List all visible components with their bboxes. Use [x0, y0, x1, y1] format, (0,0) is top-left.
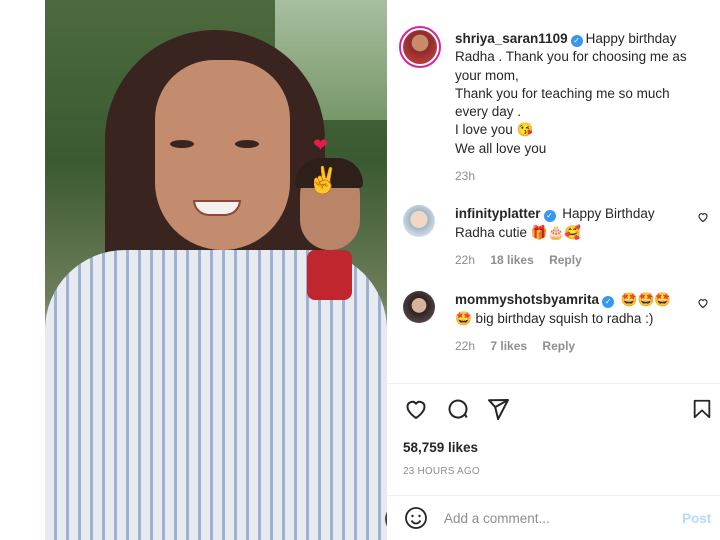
- comment-meta: 22h 7 likes Reply: [455, 337, 685, 356]
- verified-badge-icon: ✓: [543, 210, 556, 222]
- comment-likes[interactable]: 18 likes: [490, 253, 533, 267]
- add-comment-bar: Post: [387, 496, 720, 540]
- comment-body: mommyshotsbyamrita ✓ 🤩🤩🤩 🤩 big birthday s…: [455, 291, 685, 356]
- comment-like-button[interactable]: [697, 297, 709, 312]
- commenter-avatar[interactable]: [403, 291, 435, 323]
- divider: [387, 383, 720, 384]
- video-subject-eye: [235, 140, 259, 148]
- share-button[interactable]: [485, 396, 511, 422]
- reply-button[interactable]: Reply: [549, 253, 582, 267]
- emoji-button[interactable]: [403, 505, 429, 531]
- post-video[interactable]: ❤ ✌: [45, 0, 387, 540]
- author-avatar[interactable]: [399, 26, 441, 68]
- verified-badge-icon: ✓: [570, 35, 583, 47]
- author-avatar-image: [403, 30, 437, 64]
- heart-sticker: ❤: [313, 135, 329, 155]
- verified-badge-icon: ✓: [602, 296, 615, 308]
- bookmark-icon: [693, 399, 711, 419]
- save-button[interactable]: [689, 396, 715, 422]
- heart-outline-icon: [698, 213, 708, 223]
- comment-icon: [448, 399, 468, 419]
- caption-time: 23h: [455, 169, 476, 184]
- post-caption: shriya_saran1109 ✓ Happy birthday Radha . …: [399, 26, 715, 185]
- commenter-avatar[interactable]: [403, 205, 435, 237]
- comment-likes[interactable]: 7 likes: [490, 339, 527, 353]
- caption-line: We all love you: [455, 140, 547, 156]
- comment-meta: 22h 18 likes Reply: [455, 251, 685, 270]
- comment-input[interactable]: [444, 510, 664, 526]
- comment-item: infinityplatter ✓ Happy Birthday Radha cu…: [403, 205, 715, 270]
- reply-button[interactable]: Reply: [542, 339, 575, 353]
- like-button[interactable]: [403, 396, 429, 422]
- emoji-smiley-icon: [405, 507, 427, 529]
- video-subject-eye: [170, 140, 194, 148]
- video-child-shirt: [307, 250, 352, 300]
- comment-time: 22h: [455, 253, 476, 267]
- comment-body: infinityplatter ✓ Happy Birthday Radha cu…: [455, 205, 685, 270]
- heart-icon: [406, 400, 426, 420]
- likes-count[interactable]: 58,759 likes: [403, 440, 478, 455]
- comment-time: 22h: [455, 339, 476, 353]
- author-username[interactable]: shriya_saran1109: [455, 31, 568, 46]
- post-side-panel: shriya_saran1109 ✓ Happy birthday Radha . …: [387, 0, 720, 540]
- comment-button[interactable]: [445, 396, 471, 422]
- post-actions: [403, 396, 715, 424]
- comment-like-button[interactable]: [697, 211, 709, 226]
- post-timestamp[interactable]: 23 HOURS AGO: [403, 466, 480, 477]
- comment-item: mommyshotsbyamrita ✓ 🤩🤩🤩 🤩 big birthday s…: [403, 291, 715, 356]
- caption-line: I love you 😘: [455, 122, 534, 138]
- share-icon: [488, 399, 509, 421]
- commenter-username[interactable]: mommyshotsbyamrita: [455, 292, 599, 307]
- commenter-username[interactable]: infinityplatter: [455, 206, 541, 221]
- post-comment-button[interactable]: Post: [682, 511, 711, 526]
- caption-text: shriya_saran1109 ✓ Happy birthday Radha . …: [455, 30, 705, 185]
- crossed-fingers-sticker: ✌: [307, 165, 340, 195]
- video-subject-face: [155, 60, 290, 250]
- heart-outline-icon: [698, 299, 708, 309]
- caption-line: Thank you for teaching me so much every …: [455, 85, 670, 120]
- page-background: [0, 0, 45, 540]
